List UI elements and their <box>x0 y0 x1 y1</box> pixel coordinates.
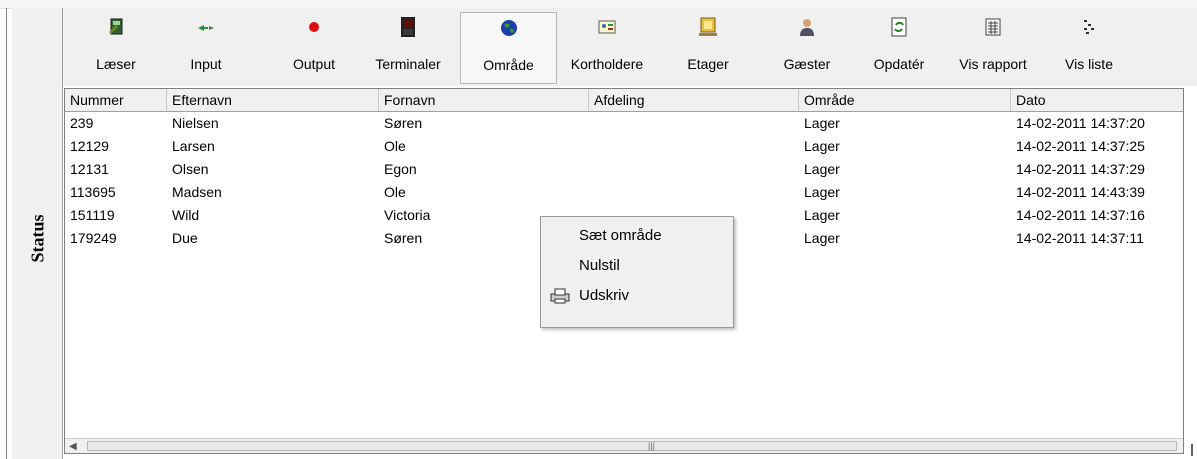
table-header: Nummer Efternavn Fornavn Afdeling Område… <box>65 89 1183 112</box>
toolbar-label: Etager <box>687 56 729 72</box>
scrollbar-thumb[interactable]: ||| <box>87 441 1177 451</box>
cell-omraade: Lager <box>804 230 840 246</box>
cell-fornavn: Ole <box>384 184 406 200</box>
cell-dato: 14-02-2011 14:37:25 <box>1016 138 1145 154</box>
cell-afdeling <box>589 158 799 180</box>
status-side-panel[interactable]: Status <box>12 8 63 459</box>
toolbar-label: Område <box>483 57 534 73</box>
table-row[interactable]: 12129 Larsen Ole Lager 14-02-2011 14:37:… <box>65 135 1183 157</box>
menu-item-nulstil[interactable]: Nulstil <box>543 253 731 279</box>
refresh-icon <box>891 17 907 37</box>
window-right-edge <box>1191 444 1193 456</box>
toolbar-label: Vis rapport <box>959 56 1027 72</box>
toolbar-label: Vis liste <box>1065 56 1113 72</box>
cell-omraade: Lager <box>804 184 840 200</box>
cell-afdeling <box>589 112 799 134</box>
status-label: Status <box>27 214 48 263</box>
column-header-omraade[interactable]: Område <box>799 89 1011 111</box>
toolbar-label: Output <box>292 56 336 72</box>
cell-dato: 14-02-2011 14:37:11 <box>1016 230 1144 246</box>
horizontal-scrollbar[interactable]: ◀ ||| <box>65 438 1183 453</box>
card-reader-icon <box>109 18 123 35</box>
id-card-icon <box>598 20 616 34</box>
toolbar-button-opdater[interactable]: Opdatér <box>859 12 939 84</box>
cell-nummer: 113695 <box>70 184 116 200</box>
cell-efternavn: Due <box>172 230 198 246</box>
cell-omraade: Lager <box>804 138 840 154</box>
floor-icon <box>699 17 717 36</box>
cell-fornavn: Søren <box>384 115 423 131</box>
toolbar-button-input[interactable]: Input <box>167 12 245 84</box>
column-header-fornavn[interactable]: Fornavn <box>379 89 589 111</box>
guest-icon <box>800 19 814 36</box>
toolbar-button-vis-rapport[interactable]: Vis rapport <box>947 12 1039 84</box>
toolbar: Læser Input Output Terminaler Område Kor… <box>63 8 1197 86</box>
input-arrow-icon <box>198 25 214 31</box>
menu-item-udskriv[interactable]: Udskriv <box>543 283 731 309</box>
table-row[interactable]: 113695 Madsen Ole Lager 14-02-2011 14:43… <box>65 181 1183 203</box>
cell-efternavn: Madsen <box>172 184 222 200</box>
menu-item-label: Sæt område <box>579 227 662 244</box>
globe-icon <box>500 20 517 36</box>
toolbar-label: Læser <box>96 56 136 72</box>
toolbar-button-kortholdere[interactable]: Kortholdere <box>561 12 653 84</box>
toolbar-label: Gæster <box>783 56 831 72</box>
toolbar-button-laeser[interactable]: Læser <box>77 12 155 84</box>
column-header-afdeling[interactable]: Afdeling <box>589 89 799 111</box>
cell-nummer: 12131 <box>70 161 109 177</box>
toolbar-button-etager[interactable]: Etager <box>669 12 747 84</box>
cell-fornavn: Ole <box>384 138 406 154</box>
report-icon <box>985 18 1001 36</box>
cell-afdeling <box>589 181 799 203</box>
cell-fornavn: Egon <box>384 161 417 177</box>
menu-item-label: Nulstil <box>579 257 620 274</box>
table-row[interactable]: 12131 Olsen Egon Lager 14-02-2011 14:37:… <box>65 158 1183 180</box>
toolbar-button-gaester[interactable]: Gæster <box>768 12 846 84</box>
context-menu: Sæt område Nulstil Udskriv <box>540 216 734 328</box>
toolbar-button-omraade[interactable]: Område <box>460 12 557 84</box>
window-left-edge <box>6 8 7 459</box>
cell-dato: 14-02-2011 14:37:16 <box>1016 207 1145 223</box>
cell-nummer: 179249 <box>70 230 117 246</box>
cell-dato: 14-02-2011 14:43:39 <box>1016 184 1145 200</box>
cell-efternavn: Nielsen <box>172 115 219 131</box>
cell-omraade: Lager <box>804 115 840 131</box>
table-row[interactable]: 239 Nielsen Søren Lager 14-02-2011 14:37… <box>65 112 1183 134</box>
grip-icon: ||| <box>648 441 656 451</box>
cell-nummer: 151119 <box>70 207 115 223</box>
list-icon <box>1084 20 1094 34</box>
cell-nummer: 239 <box>70 115 94 131</box>
cell-efternavn: Wild <box>172 207 200 223</box>
cell-dato: 14-02-2011 14:37:29 <box>1016 161 1145 177</box>
printer-icon <box>550 288 570 304</box>
column-header-efternavn[interactable]: Efternavn <box>167 89 379 111</box>
toolbar-label: Input <box>190 56 222 72</box>
cell-nummer: 12129 <box>70 138 109 154</box>
cell-dato: 14-02-2011 14:37:20 <box>1016 115 1145 131</box>
scroll-left-arrow-icon[interactable]: ◀ <box>69 441 77 452</box>
red-dot-icon <box>309 22 319 32</box>
toolbar-label: Kortholdere <box>570 56 644 72</box>
cell-omraade: Lager <box>804 161 840 177</box>
cell-omraade: Lager <box>804 207 840 223</box>
cell-efternavn: Olsen <box>172 161 209 177</box>
column-header-nummer[interactable]: Nummer <box>65 89 167 111</box>
cell-afdeling <box>589 135 799 157</box>
toolbar-label: Terminaler <box>375 56 441 72</box>
toolbar-button-terminaler[interactable]: Terminaler <box>368 12 448 84</box>
menu-item-label: Udskriv <box>579 287 630 304</box>
column-header-dato[interactable]: Dato <box>1011 89 1183 111</box>
toolbar-label: Opdatér <box>873 56 925 72</box>
toolbar-button-output[interactable]: Output <box>275 12 353 84</box>
cell-efternavn: Larsen <box>172 138 215 154</box>
terminal-icon <box>401 17 415 37</box>
toolbar-button-vis-liste[interactable]: Vis liste <box>1049 12 1129 84</box>
menu-item-saet-omraade[interactable]: Sæt område <box>543 223 731 249</box>
